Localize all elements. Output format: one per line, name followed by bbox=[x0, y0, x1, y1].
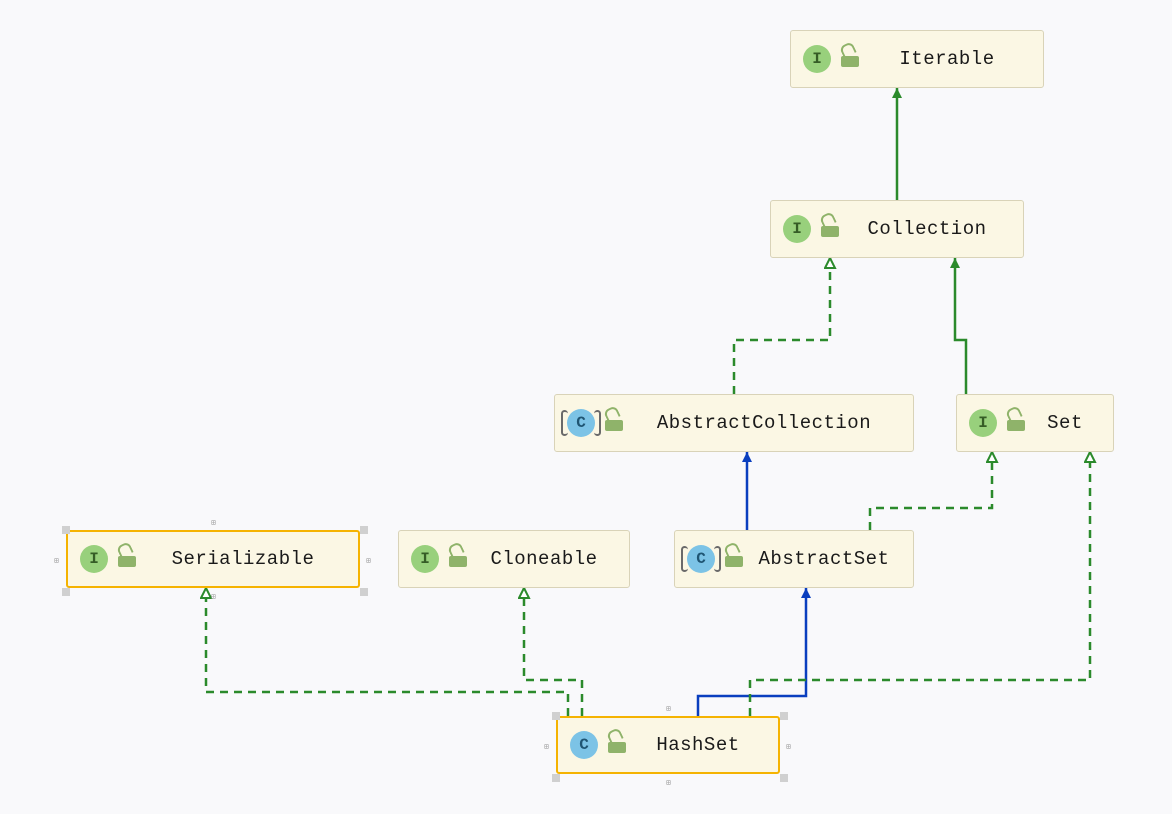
interface-icon: I bbox=[969, 409, 997, 437]
unlocked-icon bbox=[608, 737, 626, 753]
unlocked-icon bbox=[821, 221, 839, 237]
unlocked-icon bbox=[725, 551, 743, 567]
interface-icon: I bbox=[783, 215, 811, 243]
node-label: Collection bbox=[849, 218, 1005, 240]
unlocked-icon bbox=[449, 551, 467, 567]
connection-point[interactable]: ⊞ bbox=[211, 592, 216, 602]
node-label: Serializable bbox=[146, 548, 340, 570]
resize-handle[interactable] bbox=[552, 712, 560, 720]
resize-handle[interactable] bbox=[360, 526, 368, 534]
resize-handle[interactable] bbox=[360, 588, 368, 596]
unlocked-icon bbox=[605, 415, 623, 431]
node-set[interactable]: I Set bbox=[956, 394, 1114, 452]
node-label: AbstractSet bbox=[753, 548, 895, 570]
unlocked-icon bbox=[118, 551, 136, 567]
connection-point[interactable]: ⊞ bbox=[666, 778, 671, 788]
class-icon: C bbox=[567, 409, 595, 437]
node-hashset[interactable]: C HashSet ⊞⊞⊞⊞ bbox=[556, 716, 780, 774]
resize-handle[interactable] bbox=[780, 774, 788, 782]
class-icon: C bbox=[687, 545, 715, 573]
edge-hashset-to-abstractset bbox=[698, 588, 806, 716]
resize-handle[interactable] bbox=[62, 588, 70, 596]
interface-icon: I bbox=[80, 545, 108, 573]
node-serializable[interactable]: I Serializable ⊞⊞⊞⊞ bbox=[66, 530, 360, 588]
node-iterable[interactable]: I Iterable bbox=[790, 30, 1044, 88]
interface-icon: I bbox=[411, 545, 439, 573]
node-abstractcollection[interactable]: C AbstractCollection bbox=[554, 394, 914, 452]
edge-set-to-collection bbox=[955, 258, 966, 394]
edge-hashset-to-serializable bbox=[206, 588, 568, 716]
connection-point[interactable]: ⊞ bbox=[54, 556, 59, 566]
node-label: Set bbox=[1035, 412, 1095, 434]
connection-point[interactable]: ⊞ bbox=[666, 704, 671, 714]
edge-hashset-to-cloneable bbox=[524, 588, 582, 716]
node-label: HashSet bbox=[636, 734, 760, 756]
node-label: Cloneable bbox=[477, 548, 611, 570]
edge-abstractcollection-to-collection bbox=[734, 258, 830, 394]
connection-point[interactable]: ⊞ bbox=[211, 518, 216, 528]
unlocked-icon bbox=[1007, 415, 1025, 431]
node-label: AbstractCollection bbox=[633, 412, 895, 434]
unlocked-icon bbox=[841, 51, 859, 67]
resize-handle[interactable] bbox=[780, 712, 788, 720]
connection-point[interactable]: ⊞ bbox=[786, 742, 791, 752]
connection-point[interactable]: ⊞ bbox=[544, 742, 549, 752]
node-abstractset[interactable]: C AbstractSet bbox=[674, 530, 914, 588]
interface-icon: I bbox=[803, 45, 831, 73]
resize-handle[interactable] bbox=[62, 526, 70, 534]
node-collection[interactable]: I Collection bbox=[770, 200, 1024, 258]
resize-handle[interactable] bbox=[552, 774, 560, 782]
node-cloneable[interactable]: I Cloneable bbox=[398, 530, 630, 588]
edge-abstractset-to-set bbox=[870, 452, 992, 530]
class-icon: C bbox=[570, 731, 598, 759]
node-label: Iterable bbox=[869, 48, 1025, 70]
connection-point[interactable]: ⊞ bbox=[366, 556, 371, 566]
